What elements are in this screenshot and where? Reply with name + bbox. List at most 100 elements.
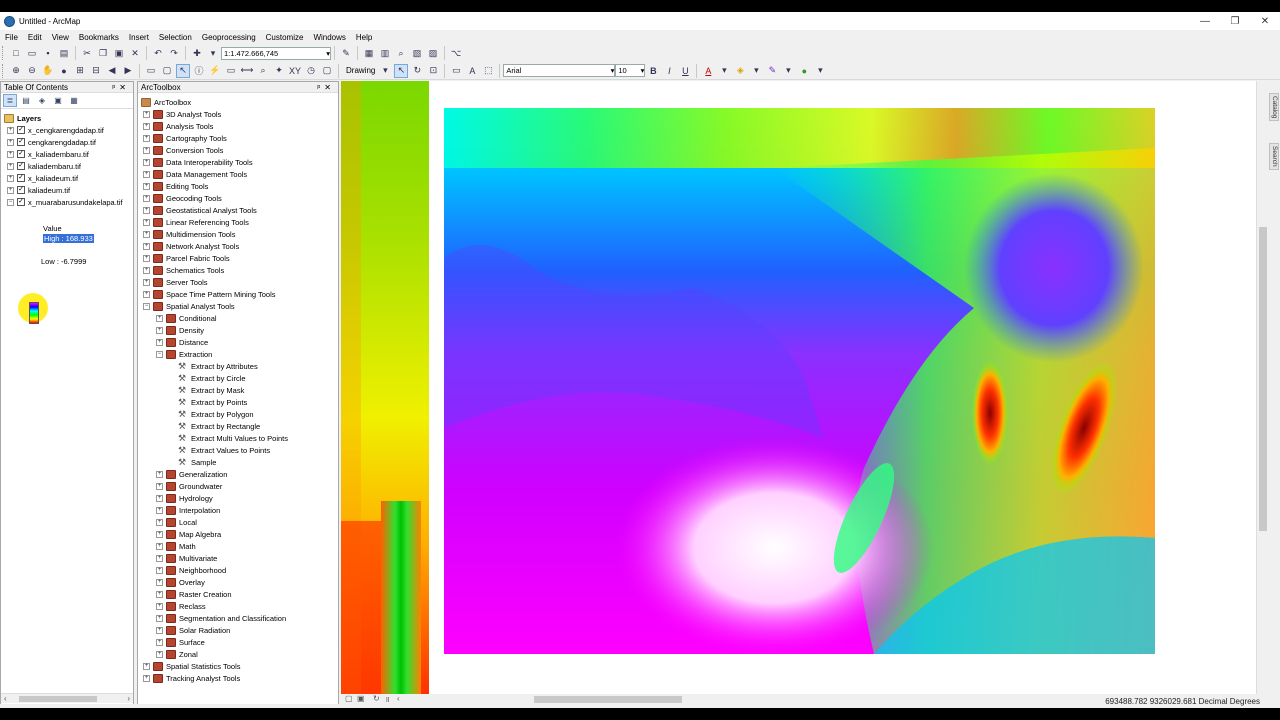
measure-icon[interactable]: ⟷	[240, 64, 254, 78]
expand-icon[interactable]: +	[156, 590, 163, 598]
expand-icon[interactable]: +	[143, 134, 150, 142]
expand-icon[interactable]: +	[143, 206, 150, 214]
toolset-item[interactable]: + Surface	[156, 636, 205, 648]
forward-extent-icon[interactable]: ▶	[121, 64, 135, 78]
tool-item[interactable]: ⚒ Extract by Rectangle	[178, 420, 260, 432]
legend-high-label[interactable]: High : 168.933	[43, 233, 94, 243]
close-icon[interactable]: ✕	[324, 83, 335, 92]
toolset-item[interactable]: + Multivariate	[156, 552, 217, 564]
identify-icon[interactable]: ⓘ	[192, 64, 206, 78]
toolset-item[interactable]: + Interpolation	[156, 504, 220, 516]
catalog-tab[interactable]: Catalog	[1269, 93, 1279, 122]
toc-layer-row[interactable]: + ✓ x_kaliadeum.tif	[7, 172, 78, 184]
toolset-item[interactable]: + Conditional	[156, 312, 217, 324]
toolset-item[interactable]: + Map Algebra	[156, 528, 221, 540]
expand-icon[interactable]: +	[143, 158, 150, 166]
toolset-item[interactable]: + Distance	[156, 336, 208, 348]
marker-color-icon[interactable]: ●	[797, 64, 811, 78]
toolbox-item[interactable]: +3D Analyst Tools	[143, 108, 221, 120]
minimize-button[interactable]: —	[1190, 12, 1220, 30]
stretch-color-ramp[interactable]	[29, 302, 39, 324]
tool-item[interactable]: ⚒ Extract Multi Values to Points	[178, 432, 288, 444]
drawing-dropdown-icon[interactable]: ▾	[378, 64, 392, 78]
expand-icon[interactable]: +	[7, 162, 14, 170]
fill-color-dropdown-icon[interactable]: ▾	[749, 64, 763, 78]
underline-button[interactable]: U	[678, 64, 692, 78]
expand-icon[interactable]: +	[156, 470, 163, 478]
toolset-item[interactable]: + Segmentation and Classification	[156, 612, 286, 624]
layer-visibility-checkbox[interactable]: ✓	[17, 138, 25, 146]
menu-insert[interactable]: Insert	[124, 33, 154, 42]
print-icon[interactable]: ▤	[57, 46, 71, 60]
toolset-item[interactable]: − Extraction	[156, 348, 212, 360]
toc-options-icon[interactable]: ▦	[67, 94, 81, 107]
menu-help[interactable]: Help	[351, 33, 377, 42]
expand-icon[interactable]: +	[143, 170, 150, 178]
fixed-zoom-out-icon[interactable]: ⊟	[89, 64, 103, 78]
text-tool-icon[interactable]: A	[465, 64, 479, 78]
marker-color-dropdown-icon[interactable]: ▾	[813, 64, 827, 78]
python-window-icon[interactable]: ▨	[426, 46, 440, 60]
expand-icon[interactable]: +	[7, 174, 14, 182]
time-slider-icon[interactable]: ◷	[304, 64, 318, 78]
line-color-icon[interactable]: ✎	[765, 64, 779, 78]
menu-selection[interactable]: Selection	[154, 33, 197, 42]
edit-vertices-icon[interactable]: ⬚	[481, 64, 495, 78]
scroll-thumb[interactable]	[19, 696, 97, 702]
expand-icon[interactable]: +	[156, 506, 163, 514]
toolbox-item[interactable]: + Data Management Tools	[143, 168, 247, 180]
expand-icon[interactable]: +	[143, 290, 150, 298]
font-name-combo[interactable]: Arial ▾	[503, 64, 616, 77]
layer-visibility-checkbox[interactable]: ✓	[17, 150, 25, 158]
menu-file[interactable]: File	[0, 33, 23, 42]
scroll-thumb[interactable]	[1259, 227, 1267, 531]
back-extent-icon[interactable]: ◀	[105, 64, 119, 78]
layer-visibility-checkbox[interactable]: ✓	[17, 162, 25, 170]
tool-item[interactable]: ⚒ Extract by Polygon	[178, 408, 254, 420]
toolbox-item[interactable]: + Analysis Tools	[143, 120, 213, 132]
expand-icon[interactable]: +	[143, 254, 150, 262]
toolbox-item[interactable]: + Network Analyst Tools	[143, 240, 239, 252]
expand-icon[interactable]: +	[156, 626, 163, 634]
scroll-left-icon[interactable]: ‹	[397, 694, 400, 703]
toolset-item[interactable]: + Zonal	[156, 648, 198, 660]
toc-layer-row[interactable]: + ✓ cengkarengdadap.tif	[7, 136, 96, 148]
bold-button[interactable]: B	[646, 64, 660, 78]
open-icon[interactable]: ▭	[25, 46, 39, 60]
expand-icon[interactable]: +	[156, 554, 163, 562]
scroll-thumb[interactable]	[534, 696, 682, 703]
toolset-item[interactable]: + Overlay	[156, 576, 205, 588]
menu-customize[interactable]: Customize	[261, 33, 309, 42]
line-color-dropdown-icon[interactable]: ▾	[781, 64, 795, 78]
toolset-item[interactable]: + Density	[156, 324, 204, 336]
toc-layer-row[interactable]: + ✓ x_cengkarengdadap.tif	[7, 124, 104, 136]
maximize-button[interactable]: ❐	[1220, 12, 1250, 30]
map-view[interactable]	[341, 81, 1256, 694]
toolbar-grip[interactable]	[2, 63, 5, 78]
expand-icon[interactable]: +	[7, 150, 14, 158]
toolset-item[interactable]: + Raster Creation	[156, 588, 232, 600]
hyperlink-icon[interactable]: ⚡	[208, 64, 222, 78]
scroll-left-icon[interactable]: ‹	[4, 694, 7, 703]
expand-icon[interactable]: +	[143, 230, 150, 238]
expand-icon[interactable]: +	[156, 614, 163, 622]
catalog-window-icon[interactable]: ▥	[378, 46, 392, 60]
expand-icon[interactable]: +	[143, 278, 150, 286]
tool-item[interactable]: ⚒ Extract by Circle	[178, 372, 246, 384]
toolset-item[interactable]: + Neighborhood	[156, 564, 226, 576]
toolset-item[interactable]: + Solar Radiation	[156, 624, 230, 636]
toolbar-grip[interactable]	[2, 46, 5, 60]
expand-icon[interactable]: +	[156, 494, 163, 502]
expand-icon[interactable]: +	[143, 266, 150, 274]
toolbox-item[interactable]: + Geocoding Tools	[143, 192, 222, 204]
list-by-source-icon[interactable]: ▤	[19, 94, 33, 107]
expand-icon[interactable]: +	[143, 662, 150, 670]
close-icon[interactable]: ✕	[119, 83, 130, 92]
expand-icon[interactable]: +	[143, 122, 150, 130]
add-data-dropdown-icon[interactable]: ▾	[206, 46, 220, 60]
expand-icon[interactable]: +	[143, 182, 150, 190]
toolbox-item[interactable]: + Multidimension Tools	[143, 228, 235, 240]
find-icon[interactable]: ⌕	[256, 64, 270, 78]
select-graphics-icon[interactable]: ↖	[394, 63, 409, 78]
toolbox-item[interactable]: + Linear Referencing Tools	[143, 216, 249, 228]
